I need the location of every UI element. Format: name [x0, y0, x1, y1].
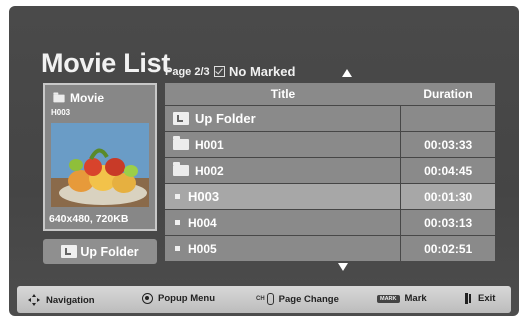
rocker-shape: [266, 293, 274, 305]
checkbox-icon: [214, 66, 225, 77]
preview-category-label: Movie: [70, 91, 105, 105]
row-title-cell: H005: [165, 236, 401, 261]
folder-icon: [173, 136, 189, 150]
mark-key-icon: MARK: [377, 294, 400, 303]
up-folder-icon: [61, 245, 78, 258]
hint-page-change-label: Page Change: [278, 293, 339, 305]
table-header: Title Duration: [165, 83, 495, 105]
channel-rocker-icon: CH: [256, 293, 274, 305]
hint-exit: Exit: [465, 293, 495, 304]
hint-mark-label: Mark: [404, 293, 427, 304]
row-title-cell: H004: [165, 210, 401, 235]
hint-page-change: CH Page Change: [256, 293, 339, 305]
remote-guide-bar: Navigation Popup Menu CH Page Change MAR…: [17, 286, 511, 313]
row-title: H004: [188, 215, 217, 230]
preview-resolution: 640x480, 720KB: [49, 213, 129, 225]
up-folder-button[interactable]: Up Folder: [43, 239, 157, 264]
table-row[interactable]: H001 00:03:33: [165, 132, 495, 157]
scroll-down-arrow-icon[interactable]: [338, 263, 348, 271]
navigation-arrows-icon: [28, 294, 40, 306]
movie-file-icon: [175, 194, 180, 199]
row-duration: 00:01:30: [401, 184, 495, 209]
row-title-cell: H001: [165, 132, 401, 157]
ok-button-icon: [142, 293, 153, 304]
table-row[interactable]: H002 00:04:45: [165, 158, 495, 183]
exit-icon: [465, 293, 471, 304]
up-folder-button-label: Up Folder: [80, 244, 139, 259]
table-row[interactable]: H004 00:03:13: [165, 210, 495, 235]
hint-navigation: Navigation: [27, 293, 95, 307]
preview-filename: H003: [51, 108, 71, 117]
row-title: H002: [195, 163, 224, 178]
row-duration: 00:04:45: [401, 158, 495, 183]
scroll-up-arrow-icon[interactable]: [342, 69, 352, 77]
preview-panel: Movie H003 640x480, 720KB: [43, 83, 157, 231]
table-row-selected[interactable]: H003 00:01:30: [165, 184, 495, 209]
ch-key-label: CH: [256, 296, 265, 302]
movie-list-screen: Movie List Page 2/3 No Marked Movie H003: [9, 6, 519, 316]
hint-popup-menu-label: Popup Menu: [158, 293, 215, 304]
hint-mark: MARK Mark: [377, 293, 427, 304]
marked-status-label: No Marked: [229, 64, 296, 79]
movie-file-icon: [175, 220, 180, 225]
column-header-title: Title: [270, 87, 296, 101]
row-duration: 00:03:33: [401, 132, 495, 157]
table-row[interactable]: H005 00:02:51: [165, 236, 495, 261]
column-header-duration: Duration: [423, 87, 473, 101]
fruit-thumbnail-image: [51, 123, 149, 207]
hint-navigation-label: Navigation: [46, 294, 95, 306]
preview-thumbnail: [51, 123, 149, 207]
table-row[interactable]: Up Folder: [165, 106, 495, 131]
up-folder-icon: [173, 112, 189, 125]
marked-status: No Marked: [214, 64, 295, 79]
row-title-cell: H002: [165, 158, 401, 183]
row-title: H003: [188, 189, 220, 204]
row-title-cell: Up Folder: [165, 106, 401, 131]
hint-popup-menu: Popup Menu: [142, 293, 215, 304]
folder-open-icon: [53, 92, 65, 102]
row-duration: [401, 106, 495, 131]
row-title: Up Folder: [195, 111, 256, 126]
row-title: H001: [195, 137, 224, 152]
file-table: Title Duration Up Folder H001 00:03:33 H…: [165, 83, 495, 261]
hint-exit-label: Exit: [478, 293, 496, 304]
row-duration: 00:02:51: [401, 236, 495, 261]
folder-icon: [173, 162, 189, 176]
row-title-cell: H003: [165, 184, 401, 209]
preview-category: Movie: [51, 91, 104, 105]
movie-file-icon: [175, 246, 180, 251]
row-title: H005: [188, 241, 217, 256]
page-title: Movie List: [41, 48, 171, 78]
row-duration: 00:03:13: [401, 210, 495, 235]
page-indicator: Page 2/3: [165, 66, 210, 78]
